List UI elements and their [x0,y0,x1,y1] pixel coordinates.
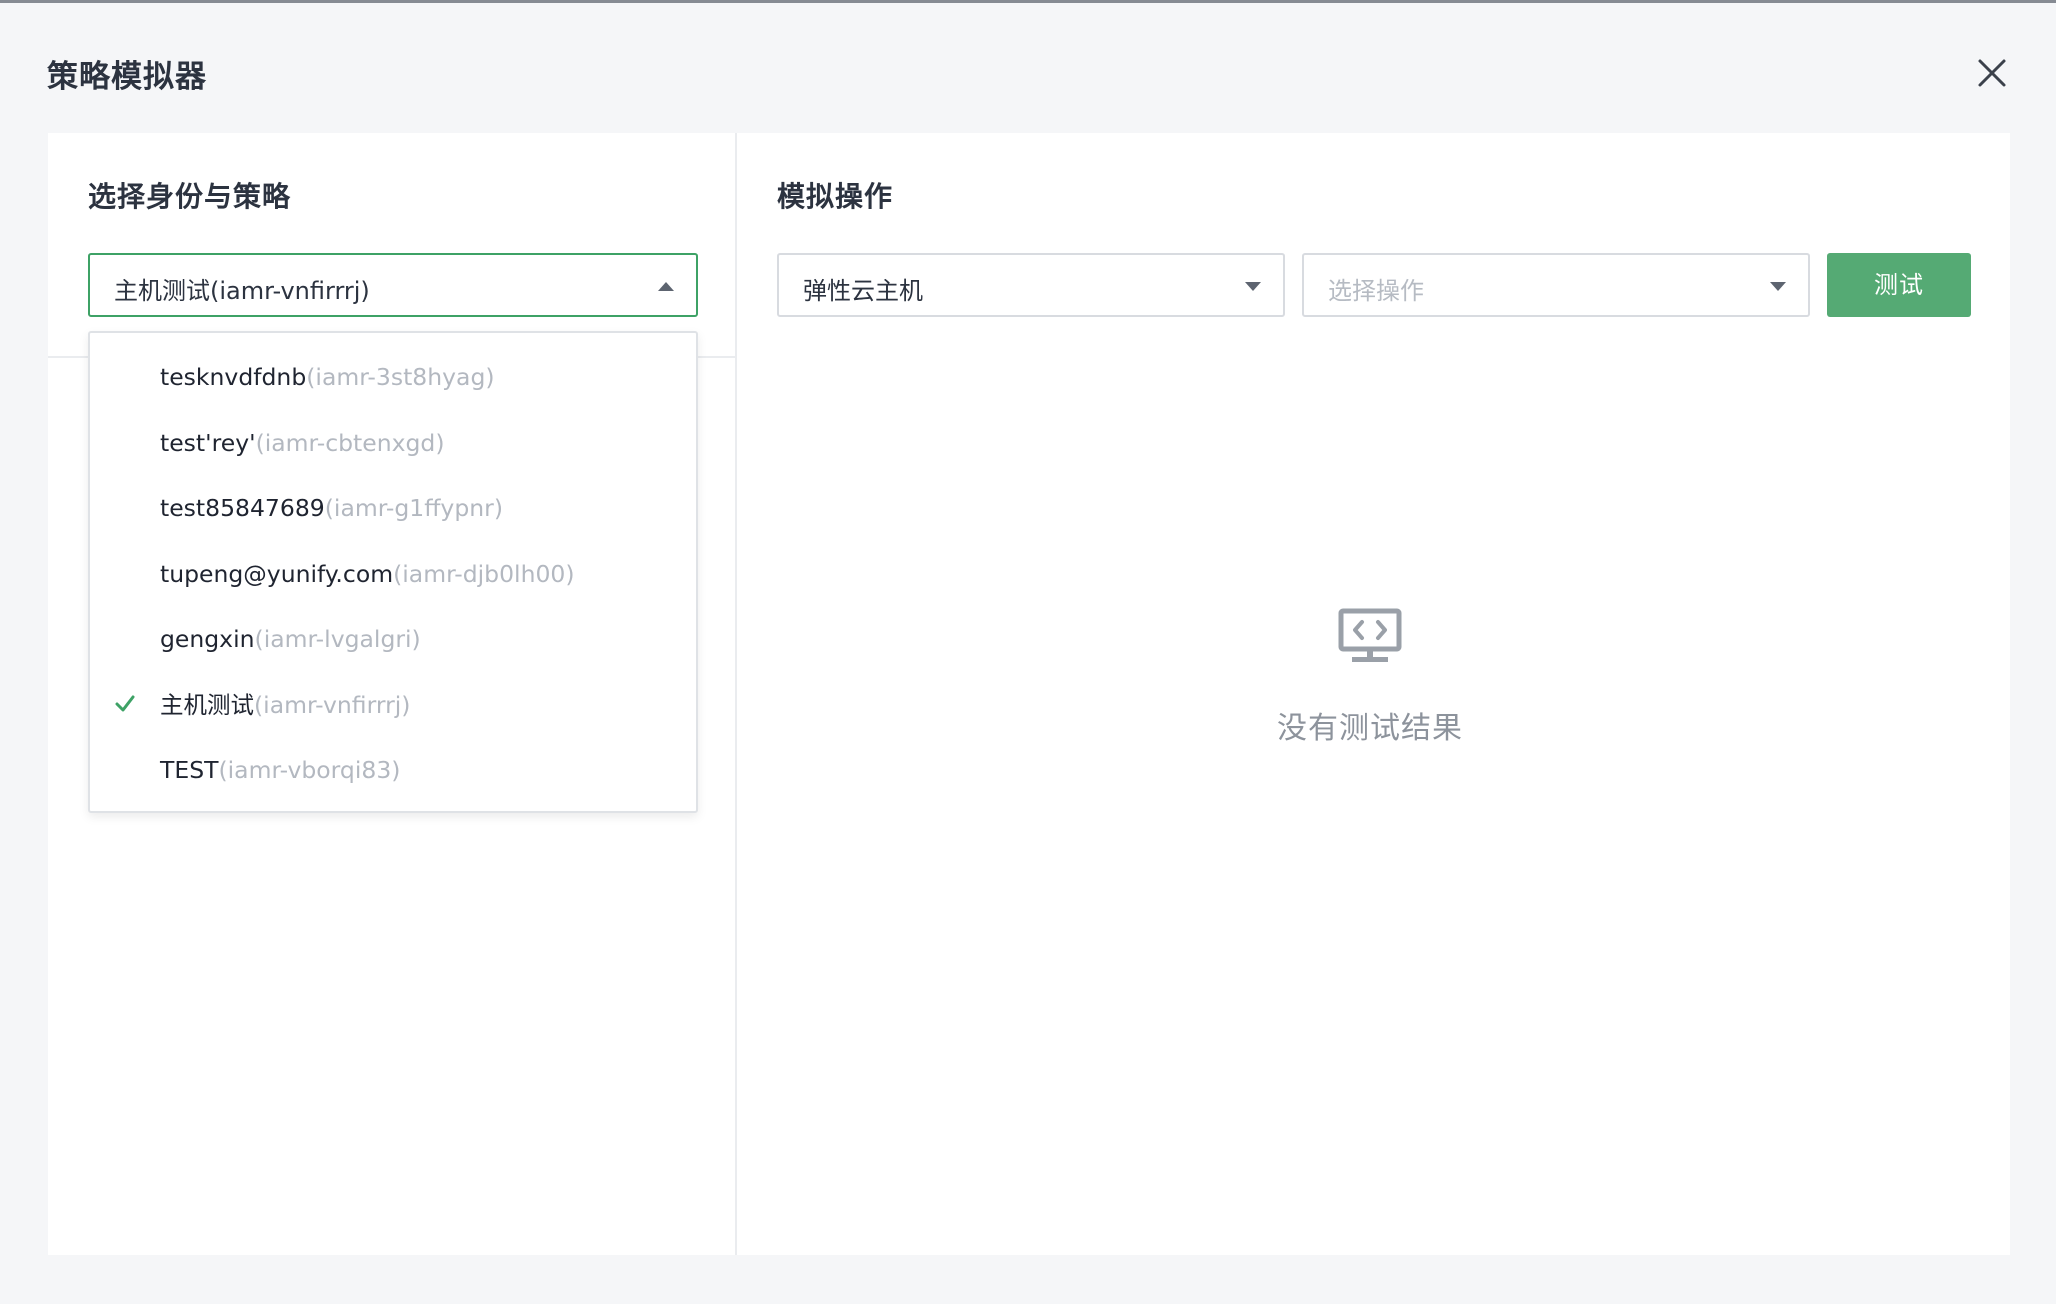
option-name: gengxin [160,625,255,653]
identity-option[interactable]: TEST(iamr-vborqi83) [90,738,696,804]
caret-down-icon [1245,282,1261,291]
option-id: (iamr-vborqi83) [218,756,401,784]
close-button[interactable] [1972,53,2012,93]
identity-dropdown: tesknvdfdnb(iamr-3st8hyag) test'rey'(iam… [88,331,698,813]
option-name: tupeng@yunify.com [160,559,394,588]
dialog-content: 选择身份与策略 主机测试(iamr-vnfirrrj) tesknvdfdnb(… [48,133,2010,1255]
identity-option-selected[interactable]: 主机测试(iamr-vnfirrrj) [90,673,696,739]
simulate-panel-title: 模拟操作 [777,180,894,213]
action-select-placeholder: 选择操作 [1328,277,1424,305]
check-icon [115,695,135,711]
identity-option[interactable]: tupeng@yunify.com(iamr-djb0lh00) [90,542,696,608]
identity-option[interactable]: tesknvdfdnb(iamr-3st8hyag) [90,345,696,411]
service-select[interactable]: 弹性云主机 [777,253,1285,317]
test-button[interactable]: 测试 [1827,253,1971,317]
policy-simulator-dialog: 策略模拟器 选择身份与策略 主机测试(iamr-vnfirrrj) tesknv… [0,0,2056,1304]
caret-up-icon [658,282,674,291]
option-name: TEST [160,756,219,784]
option-name: tesknvdfdnb [160,363,307,391]
caret-down-icon [1770,282,1786,291]
action-select[interactable]: 选择操作 [1302,253,1810,317]
option-id: (iamr-3st8hyag) [306,363,495,391]
option-id: (iamr-djb0lh00) [393,559,575,588]
empty-result-text: 没有测试结果 [1277,711,1463,746]
identity-select-value: 主机测试(iamr-vnfirrrj) [114,277,370,305]
option-name: test'rey' [160,428,256,457]
option-name: 主机测试 [160,690,254,719]
option-id: (iamr-lvgalgri) [254,625,421,653]
option-id: (iamr-vnfirrrj) [254,690,411,719]
option-id: (iamr-g1ffypnr) [324,494,503,522]
identity-panel: 选择身份与策略 主机测试(iamr-vnfirrrj) tesknvdfdnb(… [48,133,737,1255]
identity-option[interactable]: gengxin(iamr-lvgalgri) [90,607,696,673]
option-name: test85847689 [160,494,325,522]
option-id: (iamr-cbtenxgd) [255,428,445,457]
dialog-title: 策略模拟器 [47,59,207,95]
service-select-value: 弹性云主机 [803,277,923,305]
identity-option[interactable]: test'rey'(iamr-cbtenxgd) [90,411,696,477]
code-monitor-icon [1338,608,1402,662]
identity-option[interactable]: test85847689(iamr-g1ffypnr) [90,476,696,542]
close-icon [1978,59,2006,87]
identity-select[interactable]: 主机测试(iamr-vnfirrrj) [88,253,698,317]
identity-panel-title: 选择身份与策略 [88,180,292,213]
